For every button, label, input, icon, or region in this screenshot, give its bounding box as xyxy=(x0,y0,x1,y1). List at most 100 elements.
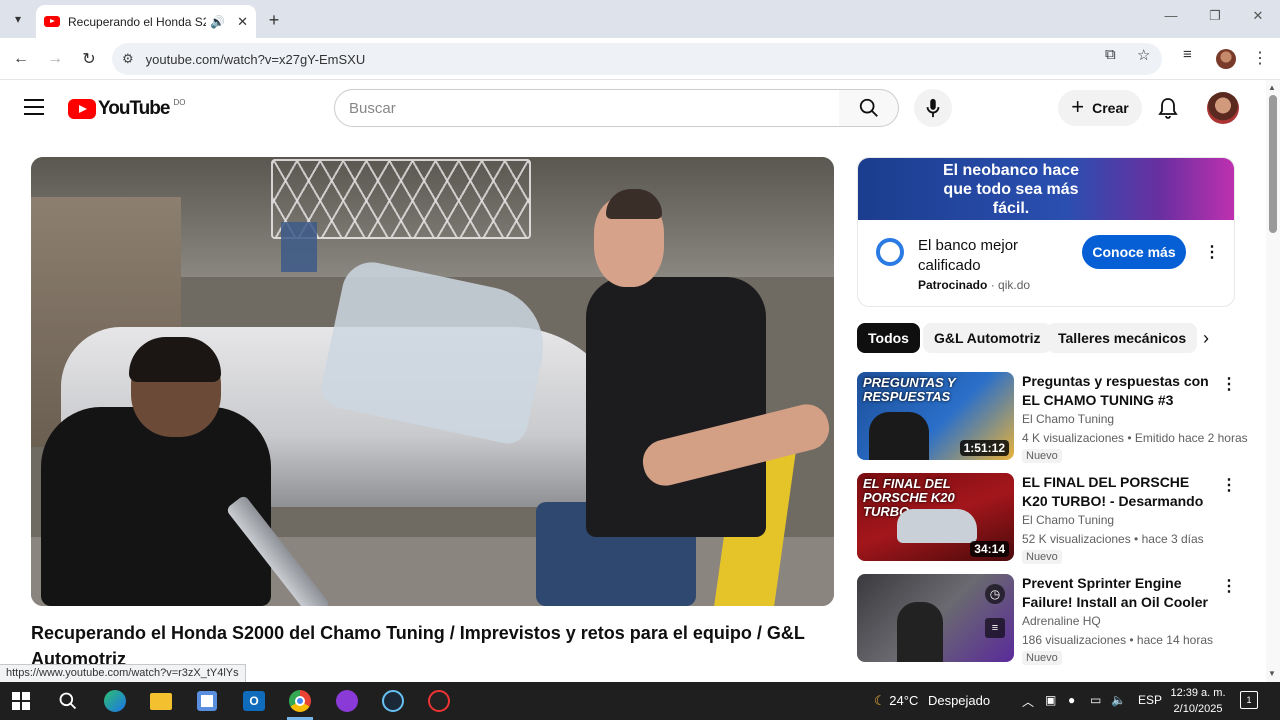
weather-widget[interactable]: ☾ 24°C Despejado xyxy=(874,693,990,709)
address-bar[interactable]: ⚙ youtube.com/watch?v=x27gY-EmSXU xyxy=(112,43,1162,75)
recommendation-title[interactable]: EL FINAL DEL PORSCHE K20 TURBO! - Desarm… xyxy=(1022,473,1217,511)
tab-title: Recuperando el Honda S200 xyxy=(68,14,207,29)
sponsored-ad-card[interactable]: El neobanco hace que todo sea más fácil.… xyxy=(857,157,1235,307)
watch-later-clock-icon[interactable]: ◷ xyxy=(985,584,1005,604)
microphone-tray-icon[interactable]: ● xyxy=(1068,693,1075,707)
new-badge: Nuevo xyxy=(1022,550,1062,564)
ad-domain: qik.do xyxy=(998,278,1031,292)
input-language[interactable]: ESP xyxy=(1138,693,1162,707)
voice-search-button[interactable] xyxy=(914,89,952,127)
forward-arrow-icon[interactable]: → xyxy=(44,48,66,70)
chip-next-chevron-icon[interactable]: › xyxy=(1203,328,1209,349)
tab-search-chevron-icon[interactable]: ▾ xyxy=(6,7,30,31)
notification-count: 1 xyxy=(1246,695,1252,705)
video-duration: 1:51:12 xyxy=(959,440,1009,456)
recommendation-channel[interactable]: Adrenaline HQ xyxy=(1022,614,1101,628)
add-to-queue-icon[interactable]: ≡ xyxy=(985,618,1005,638)
recommendation-item[interactable]: PREGUNTAS Y RESPUESTAS 1:51:12 Preguntas… xyxy=(857,372,1248,467)
ad-banner[interactable]: El neobanco hace que todo sea más fácil. xyxy=(858,158,1234,220)
recommendation-title[interactable]: Preguntas y respuestas con EL CHAMO TUNI… xyxy=(1022,372,1217,410)
taskbar-search-icon[interactable] xyxy=(55,688,81,714)
video-thumbnail[interactable]: ◷ ≡ xyxy=(857,574,1014,662)
restore-window-icon[interactable]: ❐ xyxy=(1200,8,1230,24)
thumbnail-car xyxy=(897,509,977,543)
taskbar-clock[interactable]: 12:39 a. m. 2/10/2025 xyxy=(1168,685,1228,717)
close-window-icon[interactable]: ✕ xyxy=(1243,8,1273,24)
thumbnail-text: PREGUNTAS Y RESPUESTAS xyxy=(863,375,956,404)
ad-cta-button[interactable]: Conoce más xyxy=(1082,235,1186,269)
tray-overflow-chevron-icon[interactable]: ︿ xyxy=(1022,693,1034,710)
recommendation-more-icon[interactable]: ⋮ xyxy=(1221,374,1237,394)
plus-icon: + xyxy=(1071,94,1085,119)
recommendation-meta: 52 K visualizaciones • hace 3 días xyxy=(1022,532,1204,546)
reload-icon[interactable]: ↻ xyxy=(78,48,100,70)
steam-icon[interactable] xyxy=(380,688,406,714)
microphone-icon xyxy=(926,98,940,118)
recommendation-item[interactable]: EL FINAL DEL PORSCHE K20 TURBO 34:14 EL … xyxy=(857,473,1237,568)
browser-toolbar: ← → ↻ ⚙ youtube.com/watch?v=x27gY-EmSXU … xyxy=(0,38,1280,80)
recommendation-more-icon[interactable]: ⋮ xyxy=(1221,576,1237,596)
audio-playing-icon[interactable]: 🔊 xyxy=(210,15,225,29)
video-thumbnail[interactable]: EL FINAL DEL PORSCHE K20 TURBO 34:14 xyxy=(857,473,1014,561)
tray-app-icon[interactable]: ▣ xyxy=(1045,693,1056,707)
edge-browser-icon[interactable] xyxy=(102,688,128,714)
account-avatar[interactable] xyxy=(1207,92,1239,124)
windows-start-icon[interactable] xyxy=(8,688,34,714)
recommendation-channel[interactable]: El Chamo Tuning xyxy=(1022,513,1114,527)
thumbnail-person xyxy=(897,602,943,662)
back-arrow-icon[interactable]: ← xyxy=(10,48,32,70)
network-icon[interactable]: ▭ xyxy=(1090,693,1101,707)
ad-banner-text: El neobanco hace que todo sea más fácil. xyxy=(942,161,1080,217)
video-player[interactable] xyxy=(31,157,834,606)
outlook-icon[interactable]: O xyxy=(241,688,267,714)
site-info-icon[interactable]: ⚙ xyxy=(122,51,134,67)
media-controls-icon[interactable]: ≡ xyxy=(1183,46,1192,63)
bookmark-star-icon[interactable]: ☆ xyxy=(1137,46,1150,64)
recommendation-meta: 186 visualizaciones • hace 14 horas xyxy=(1022,633,1213,647)
weather-desc: Despejado xyxy=(927,693,991,708)
app-icon-red[interactable] xyxy=(426,688,452,714)
scrollbar-thumb[interactable] xyxy=(1269,95,1277,233)
youtube-header: YouTube DO Buscar + Crear xyxy=(0,80,1266,136)
ad-more-options-icon[interactable]: ⋮ xyxy=(1204,242,1220,262)
notification-center-icon[interactable]: 1 xyxy=(1240,691,1258,709)
scroll-down-arrow-icon[interactable]: ▼ xyxy=(1268,669,1276,678)
thumbnail-person xyxy=(869,412,929,460)
chip-todos[interactable]: Todos xyxy=(857,323,920,353)
browser-tab-active[interactable]: Recuperando el Honda S200 🔊 ✕ xyxy=(36,5,256,38)
country-code: DO xyxy=(173,97,186,107)
hamburger-menu-icon[interactable] xyxy=(24,99,44,115)
search-button[interactable] xyxy=(839,89,899,127)
create-label: Crear xyxy=(1092,100,1129,116)
microsoft-store-icon[interactable] xyxy=(194,688,220,714)
app-icon-purple[interactable] xyxy=(334,688,360,714)
browser-menu-icon[interactable]: ⋮ xyxy=(1252,48,1268,68)
profile-avatar[interactable] xyxy=(1216,49,1236,69)
create-button[interactable]: + Crear xyxy=(1058,90,1142,126)
youtube-logo[interactable]: YouTube DO xyxy=(68,98,185,120)
volume-icon[interactable]: 🔈 xyxy=(1111,693,1126,707)
search-input[interactable]: Buscar xyxy=(334,89,840,127)
moon-icon: ☾ xyxy=(874,693,886,708)
video-frame-person-standing xyxy=(586,277,766,537)
chip-talleres-mecanicos[interactable]: Talleres mecánicos xyxy=(1047,323,1198,353)
recommendation-more-icon[interactable]: ⋮ xyxy=(1221,475,1237,495)
notifications-bell-icon[interactable] xyxy=(1156,96,1180,120)
recommendation-meta: 4 K visualizaciones • Emitido hace 2 hor… xyxy=(1022,431,1248,445)
recommendation-channel[interactable]: El Chamo Tuning xyxy=(1022,412,1114,426)
minimize-window-icon[interactable]: — xyxy=(1156,8,1186,23)
chip-gl-automotriz[interactable]: G&L Automotriz xyxy=(923,323,1052,353)
close-tab-icon[interactable]: ✕ xyxy=(237,14,248,30)
install-app-icon[interactable]: ⧉ xyxy=(1105,46,1116,63)
ad-headline: El banco mejor calificado xyxy=(918,237,1019,274)
recommendation-title[interactable]: Prevent Sprinter Engine Failure! Install… xyxy=(1022,574,1217,612)
search-icon xyxy=(859,98,878,117)
status-bar-url: https://www.youtube.com/watch?v=r3zX_tY4… xyxy=(0,664,246,682)
video-thumbnail[interactable]: PREGUNTAS Y RESPUESTAS 1:51:12 xyxy=(857,372,1014,460)
chrome-icon[interactable] xyxy=(287,688,313,714)
clock-date: 2/10/2025 xyxy=(1173,703,1223,715)
new-tab-button[interactable]: + xyxy=(262,8,286,32)
recommendation-item[interactable]: ◷ ≡ Prevent Sprinter Engine Failure! Ins… xyxy=(857,574,1237,669)
file-explorer-icon[interactable] xyxy=(148,688,174,714)
scroll-up-arrow-icon[interactable]: ▲ xyxy=(1268,83,1276,92)
